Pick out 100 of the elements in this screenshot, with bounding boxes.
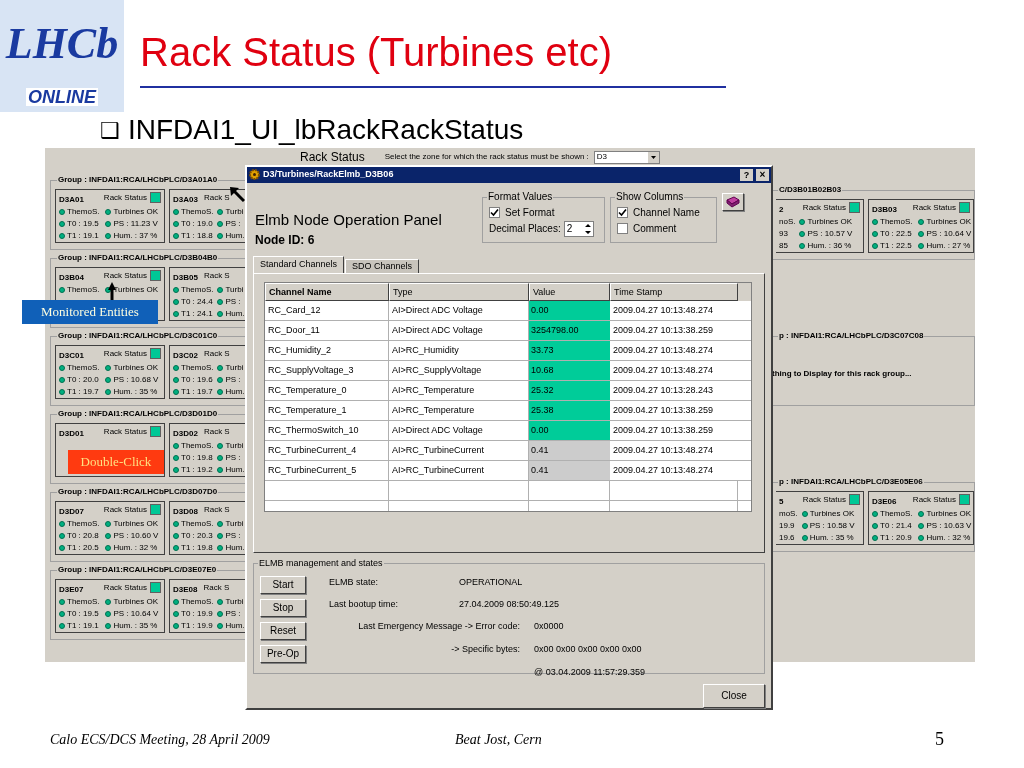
reading-text: ThemoS.	[181, 362, 214, 374]
bullet-icon: ❑	[100, 113, 120, 147]
rack-card[interactable]: 2 Rack Status noS. Turbines OK 93 PS : 10.57 V 85 Hum. : 36 %	[776, 199, 864, 253]
table-cell: RC_TurbineCurrent_4	[265, 441, 389, 461]
reading-text: Turbi	[225, 206, 244, 218]
rack-name: D3B03	[872, 204, 897, 216]
help-button[interactable]: ?	[740, 168, 753, 181]
value-cell: 0.00	[529, 421, 610, 441]
reading-text: Hum. : 32 %	[113, 542, 158, 554]
reading-text: T1 : 19.1	[67, 230, 99, 242]
value-cell: 3254798.00	[529, 321, 610, 341]
reading-text: T1 : 22.5	[880, 240, 912, 252]
table-cell-text: 2009.04.27 10:13:48.274	[612, 304, 715, 318]
value-cell: 0.41	[529, 461, 610, 481]
specific-bytes-value: 0x00 0x00 0x00 0x00 0x00	[534, 643, 643, 657]
reading-text: Hum.	[225, 464, 245, 476]
reading-text: T0 : 22.5	[880, 228, 912, 240]
reading-text: ThemoS.	[880, 508, 913, 520]
zone-dropdown[interactable]: D3	[593, 150, 660, 164]
rack-status-label: Rack S	[203, 504, 230, 516]
error-code-label: Last Emergency Message -> Error code:	[358, 620, 520, 634]
value-cell: 25.38	[529, 401, 610, 421]
reading-text: ThemoS.	[67, 284, 100, 296]
close-dialog-button[interactable]: Close	[703, 684, 765, 708]
value-cell: 0.41	[529, 441, 610, 461]
rack-status-label: Rack Status	[103, 270, 147, 282]
reading-text: Hum. : 27 %	[926, 240, 971, 252]
rack-card[interactable]: D3D07 Rack Status ThemoS. Turbines OK T0 : 20.8 PS : 10.60 V T1 : 20.5 Hum. : 32 %	[55, 501, 165, 555]
reading-text: Turbi	[225, 440, 244, 452]
tab[interactable]: Standard Channels	[253, 256, 345, 274]
reading-text: Hum.	[225, 308, 245, 320]
reading-text: ThemoS.	[67, 362, 100, 374]
rack-name: D3D08	[173, 506, 198, 518]
rack-status-label: Rack Status	[103, 348, 147, 360]
error-code-value: 0x0000	[534, 620, 565, 634]
table-cell: RC_Humidity_2	[265, 341, 389, 361]
reading-text: moS.	[779, 508, 798, 520]
rack-name: D3B04	[59, 272, 84, 284]
reading-text: Turbines OK	[926, 216, 972, 228]
reading-text: T1 : 19.8	[181, 542, 213, 554]
value-cell: 33.73	[529, 341, 610, 361]
rack-card[interactable]: D3E06 Rack Status ThemoS. Turbines OK T0 : 21.4 PS : 10.63 V T1 : 20.9 Hum. : 32 %	[868, 491, 974, 545]
rack-card[interactable]: D3B03 Rack Status ThemoS. Turbines OK T0 : 22.5 PS : 10.64 V T1 : 22.5 Hum. : 27 %	[868, 199, 974, 253]
window-title: D3/Turbines/RackElmb_D3B06	[263, 168, 395, 182]
close-button[interactable]: ×	[756, 168, 769, 181]
group-title: Group : INFDAI1:RCA/LHCbPLC/D3A01A0	[57, 174, 219, 186]
rack-card[interactable]: D3E07 Rack Status ThemoS. Turbines OK T0 : 19.5 PS : 10.64 V T1 : 19.1 Hum. : 35 %	[55, 579, 165, 633]
group-title: p : INFDAI1:RCA/LHCbPLC/D3E05E06	[778, 476, 924, 488]
rack-status-label: Rack S	[203, 426, 230, 438]
reading-text: Turbines OK	[113, 362, 159, 374]
reading-text: Hum. : 36 %	[807, 240, 852, 252]
tab[interactable]: SDO Channels	[345, 259, 420, 274]
reading-text: Turbines OK	[113, 596, 159, 608]
rack-card[interactable]: 5 Rack Status moS. Turbines OK 19.9 PS : 10.58 V 19.6 Hum. : 35 %	[776, 491, 864, 545]
group-legend: Format Values	[487, 190, 554, 203]
reading-text: Turbines OK	[113, 206, 159, 218]
emergency-timestamp: @ 03.04.2009 11:57:29.359	[534, 666, 646, 680]
column-header[interactable]: Value	[529, 283, 610, 302]
reading-text: T0 : 19.0	[181, 218, 213, 230]
reading-text: Hum.	[225, 542, 245, 554]
column-header[interactable]: Type	[389, 283, 529, 302]
rack-name: 5	[779, 496, 784, 508]
reading-text: PS : 10.68 V	[113, 374, 159, 386]
empty-message: thing to Display for this rack group...	[772, 369, 912, 378]
reading-text: Hum. : 35 %	[809, 532, 854, 544]
action-button[interactable]: Stop	[260, 599, 306, 618]
table-cell-text: 2009.04.27 10:13:48.274	[612, 464, 715, 478]
group-legend: ELMB management and states	[258, 557, 384, 570]
reading-text: ThemoS.	[67, 596, 100, 608]
bootup-value: 27.04.2009 08:50:49.125	[459, 598, 560, 612]
reading-text: T1 : 19.7	[67, 386, 99, 398]
reading-text: 85	[779, 240, 788, 252]
reading-text: Hum. : 37 %	[113, 230, 158, 242]
rack-status-label: Rack Status	[103, 426, 147, 438]
rack-card[interactable]: D3C01 Rack Status ThemoS. Turbines OK T0 : 20.0 PS : 10.68 V T1 : 19.7 Hum. : 35 %	[55, 345, 165, 399]
rack-name: D3D02	[173, 428, 198, 440]
reading-text: ThemoS.	[181, 440, 214, 452]
reading-text: T1 : 19.1	[67, 620, 99, 632]
reading-text: T0 : 20.8	[67, 530, 99, 542]
action-button[interactable]: Pre-Op	[260, 645, 306, 664]
zone-label: Select the zone for which the rack status must be shown :	[384, 151, 589, 163]
rack-name: D3E08	[173, 584, 198, 596]
table-cell-text: 2009.04.27 10:13:48.274	[612, 364, 715, 378]
reading-text: Hum. : 32 %	[926, 532, 971, 544]
rack-status-label: Rack Status	[103, 504, 147, 516]
reading-text: T0 : 19.9	[181, 608, 213, 620]
group-legend: Show Columns	[615, 190, 685, 203]
table-cell-text: 2009.04.27 10:13:28.243	[612, 384, 715, 398]
action-button[interactable]: Reset	[260, 622, 306, 641]
logo-text: LHCb	[5, 22, 119, 66]
footer-meeting: Calo ECS/DCS Meeting, 28 April 2009	[50, 731, 271, 749]
column-header[interactable]: Channel Name	[265, 283, 389, 302]
rack-card[interactable]: D3A01 Rack Status ThemoS. Turbines OK T0 : 19.5 PS : 11.23 V T1 : 19.1 Hum. : 37 %	[55, 189, 165, 243]
reading-text: T0 : 19.5	[67, 608, 99, 620]
rack-status-label: Rack S	[203, 348, 230, 360]
rack-name: D3E07	[59, 584, 84, 596]
decimal-spinner[interactable]: 2	[563, 220, 594, 237]
column-header[interactable]: Time Stamp	[610, 283, 738, 302]
action-button[interactable]: Start	[260, 576, 306, 595]
table-cell-text: 2009.04.27 10:13:38.259	[612, 404, 715, 418]
